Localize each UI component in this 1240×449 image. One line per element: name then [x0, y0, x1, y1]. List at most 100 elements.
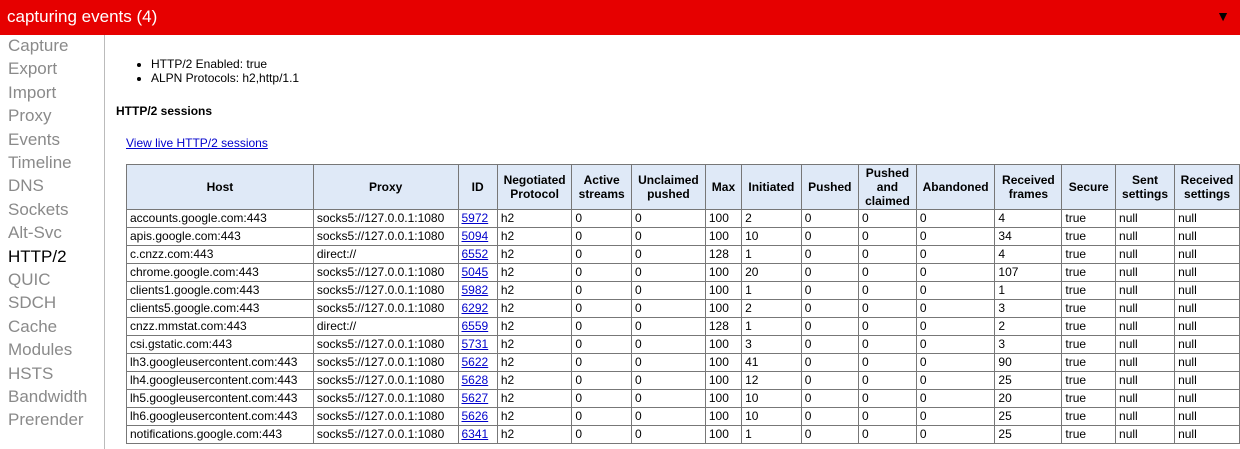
table-row: lh4.googleusercontent.com:443 socks5://12…	[126, 371, 1240, 390]
status-title: capturing events (4)	[7, 7, 158, 26]
column-header-host: Host	[126, 164, 314, 210]
table-cell: 1	[994, 281, 1063, 300]
table-cell: lh4.googleusercontent.com:443	[126, 371, 314, 390]
table-cell: 0	[857, 425, 917, 444]
tab-export[interactable]: Export	[8, 59, 57, 79]
column-header-initiated: Initiated	[741, 164, 802, 210]
table-cell: true	[1061, 371, 1117, 390]
session-id-link[interactable]: 5628	[462, 373, 489, 387]
session-id-link[interactable]: 5972	[462, 211, 489, 225]
tab-hsts[interactable]: HSTS	[8, 364, 53, 384]
table-cell: null	[1115, 425, 1176, 444]
table-row: clients1.google.com:443 socks5://127.0.0.…	[126, 281, 1240, 300]
session-id-link[interactable]: 5622	[462, 355, 489, 369]
table-cell: 0	[630, 425, 706, 444]
table-row: lh6.googleusercontent.com:443 socks5://12…	[126, 407, 1240, 426]
sidebar: Capture Export Import Proxy Events Timeline DN…	[0, 35, 105, 449]
tab-dns[interactable]: DNS	[8, 176, 44, 196]
table-cell: 0	[800, 317, 859, 336]
session-id-link[interactable]: 6292	[462, 301, 489, 315]
table-cell: 100	[704, 335, 743, 354]
session-id-link[interactable]: 6559	[462, 319, 489, 333]
table-cell: 0	[915, 389, 996, 408]
table-cell: true	[1061, 389, 1117, 408]
table-cell: null	[1174, 371, 1240, 390]
tab-prerender[interactable]: Prerender	[8, 410, 84, 430]
session-id-link[interactable]: 6341	[462, 427, 489, 441]
table-row: accounts.google.com:443 socks5://127.0.0.…	[126, 209, 1240, 228]
table-cell: 0	[571, 371, 632, 390]
column-header-received-settings: Received settings	[1174, 164, 1240, 210]
table-cell: null	[1115, 299, 1176, 318]
table-cell: h2	[496, 245, 573, 264]
table-cell: apis.google.com:443	[126, 227, 314, 246]
table-cell: 3	[741, 335, 802, 354]
table-cell: socks5://127.0.0.1:1080	[312, 425, 459, 444]
table-cell: 100	[704, 263, 743, 282]
session-id-link[interactable]: 6552	[462, 247, 489, 261]
sessions-table: Host Proxy ID Negotiated Protocol Active str…	[126, 164, 1240, 444]
table-cell: 1	[741, 425, 802, 444]
table-cell: 1	[741, 317, 802, 336]
table-cell: null	[1115, 371, 1176, 390]
table-cell: 100	[704, 389, 743, 408]
table-row: lh3.googleusercontent.com:443 socks5://12…	[126, 353, 1240, 372]
column-header-secure: Secure	[1061, 164, 1117, 210]
table-cell: 5045	[457, 263, 498, 282]
tab-import[interactable]: Import	[8, 83, 56, 103]
table-cell: 0	[800, 335, 859, 354]
table-cell: 10	[741, 227, 802, 246]
tab-modules[interactable]: Modules	[8, 340, 72, 360]
tab-proxy[interactable]: Proxy	[8, 106, 51, 126]
table-cell: null	[1174, 425, 1240, 444]
table-cell: 2	[994, 317, 1063, 336]
table-cell: socks5://127.0.0.1:1080	[312, 299, 459, 318]
table-cell: 6292	[457, 299, 498, 318]
table-cell: 5982	[457, 281, 498, 300]
table-cell: 0	[571, 353, 632, 372]
column-header-pushed-and-claimed: Pushed and claimed	[857, 164, 917, 210]
dropdown-arrow-icon[interactable]: ▼	[1216, 8, 1230, 24]
table-cell: true	[1061, 299, 1117, 318]
table-cell: 0	[800, 245, 859, 264]
session-id-link[interactable]: 5045	[462, 265, 489, 279]
tab-alt-svc[interactable]: Alt-Svc	[8, 223, 62, 243]
tab-timeline[interactable]: Timeline	[8, 153, 72, 173]
table-cell: null	[1115, 407, 1176, 426]
table-cell: socks5://127.0.0.1:1080	[312, 335, 459, 354]
table-cell: 0	[915, 263, 996, 282]
session-id-link[interactable]: 5626	[462, 409, 489, 423]
table-cell: 5972	[457, 209, 498, 228]
table-cell: 0	[630, 389, 706, 408]
tab-sockets[interactable]: Sockets	[8, 200, 68, 220]
table-cell: null	[1174, 245, 1240, 264]
table-cell: null	[1174, 407, 1240, 426]
tab-events[interactable]: Events	[8, 130, 60, 150]
session-id-link[interactable]: 5982	[462, 283, 489, 297]
table-cell: true	[1061, 281, 1117, 300]
table-cell: 0	[800, 353, 859, 372]
view-live-sessions-link[interactable]: View live HTTP/2 sessions	[126, 136, 268, 150]
main-content: HTTP/2 Enabled: true ALPN Protocols: h2,…	[105, 35, 1240, 449]
tab-quic[interactable]: QUIC	[8, 270, 51, 290]
tab-capture[interactable]: Capture	[8, 36, 68, 56]
tab-sdch[interactable]: SDCH	[8, 293, 56, 313]
tab-bandwidth[interactable]: Bandwidth	[8, 387, 87, 407]
table-cell: 0	[800, 425, 859, 444]
table-cell: 0	[571, 281, 632, 300]
table-cell: 34	[994, 227, 1063, 246]
table-cell: 41	[741, 353, 802, 372]
title-bar: capturing events (4) ▼	[0, 0, 1240, 35]
table-cell: 12	[741, 371, 802, 390]
tab-http-2[interactable]: HTTP/2	[8, 247, 67, 267]
session-id-link[interactable]: 5731	[462, 337, 489, 351]
table-cell: 100	[704, 299, 743, 318]
table-cell: 0	[857, 227, 917, 246]
tab-cache[interactable]: Cache	[8, 317, 57, 337]
session-id-link[interactable]: 5094	[462, 229, 489, 243]
table-cell: true	[1061, 245, 1117, 264]
table-body: accounts.google.com:443 socks5://127.0.0.…	[126, 209, 1240, 444]
session-id-link[interactable]: 5627	[462, 391, 489, 405]
table-row: apis.google.com:443 socks5://127.0.0.1:10…	[126, 227, 1240, 246]
table-cell: h2	[496, 389, 573, 408]
